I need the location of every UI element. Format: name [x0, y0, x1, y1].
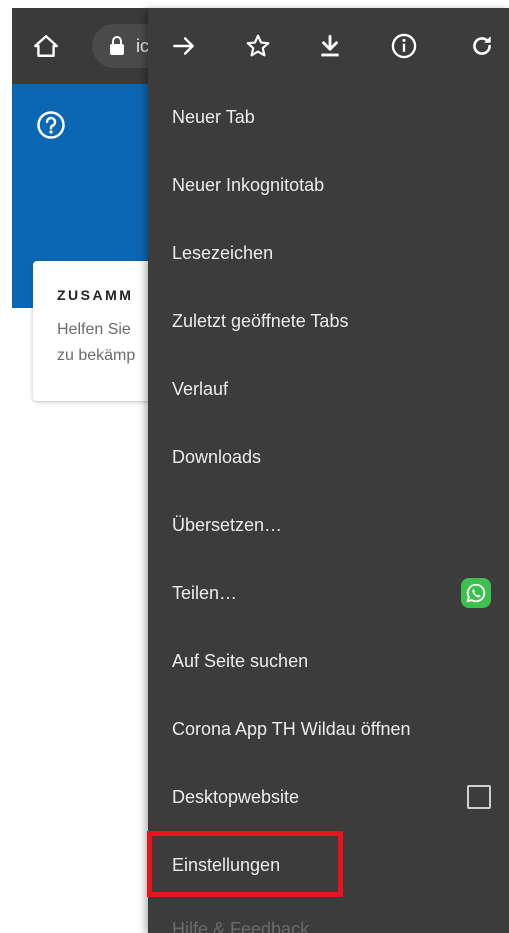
help-icon[interactable] — [36, 110, 66, 140]
lock-icon — [108, 36, 126, 61]
menu-item-open-app[interactable]: Corona App TH Wildau öffnen — [148, 695, 509, 763]
menu-item-find-in-page[interactable]: Auf Seite suchen — [148, 627, 509, 695]
menu-item-new-tab[interactable]: Neuer Tab — [148, 83, 509, 151]
menu-item-label: Teilen… — [172, 582, 238, 603]
desktop-site-checkbox[interactable] — [467, 785, 491, 809]
reload-icon[interactable] — [466, 30, 498, 62]
overflow-menu: Neuer Tab Neuer Inkognitotab Lesezeichen… — [148, 8, 509, 933]
menu-item-share[interactable]: Teilen… — [148, 559, 509, 627]
whatsapp-share-shortcut[interactable] — [461, 578, 491, 608]
card-text-line2: zu bekämp — [57, 347, 136, 364]
menu-item-new-incognito-tab[interactable]: Neuer Inkognitotab — [148, 151, 509, 219]
menu-item-label: Übersetzen… — [172, 514, 283, 535]
menu-action-bar — [148, 8, 509, 84]
menu-item-label: Hilfe & Feedback — [172, 919, 310, 933]
menu-item-recent-tabs[interactable]: Zuletzt geöffnete Tabs — [148, 287, 509, 355]
menu-item-label: Auf Seite suchen — [172, 650, 309, 671]
menu-item-label: Verlauf — [172, 378, 229, 399]
menu-item-history[interactable]: Verlauf — [148, 355, 509, 423]
download-icon[interactable] — [314, 30, 346, 62]
page-edge — [0, 0, 12, 933]
home-icon[interactable] — [30, 30, 62, 62]
menu-item-label: Neuer Inkognitotab — [172, 174, 325, 195]
menu-item-help-feedback[interactable]: Hilfe & Feedback — [148, 899, 509, 933]
info-icon[interactable] — [388, 30, 420, 62]
menu-item-downloads[interactable]: Downloads — [148, 423, 509, 491]
forward-icon[interactable] — [168, 30, 200, 62]
menu-item-label: Zuletzt geöffnete Tabs — [172, 310, 349, 331]
whatsapp-icon — [461, 578, 491, 608]
menu-item-label: Downloads — [172, 446, 262, 467]
settings-highlight-box — [147, 831, 343, 897]
star-icon[interactable] — [242, 30, 274, 62]
menu-item-translate[interactable]: Übersetzen… — [148, 491, 509, 559]
menu-item-label: Neuer Tab — [172, 106, 255, 127]
menu-item-desktop-site[interactable]: Desktopwebsite — [148, 763, 509, 831]
menu-item-label: Corona App TH Wildau öffnen — [172, 718, 411, 739]
menu-item-label: Lesezeichen — [172, 242, 274, 263]
menu-item-bookmarks[interactable]: Lesezeichen — [148, 219, 509, 287]
menu-item-label: Desktopwebsite — [172, 786, 300, 807]
card-title: ZUSAMM — [57, 287, 134, 303]
card-text-line1: Helfen Sie — [57, 321, 131, 338]
checkbox-icon — [467, 785, 491, 809]
